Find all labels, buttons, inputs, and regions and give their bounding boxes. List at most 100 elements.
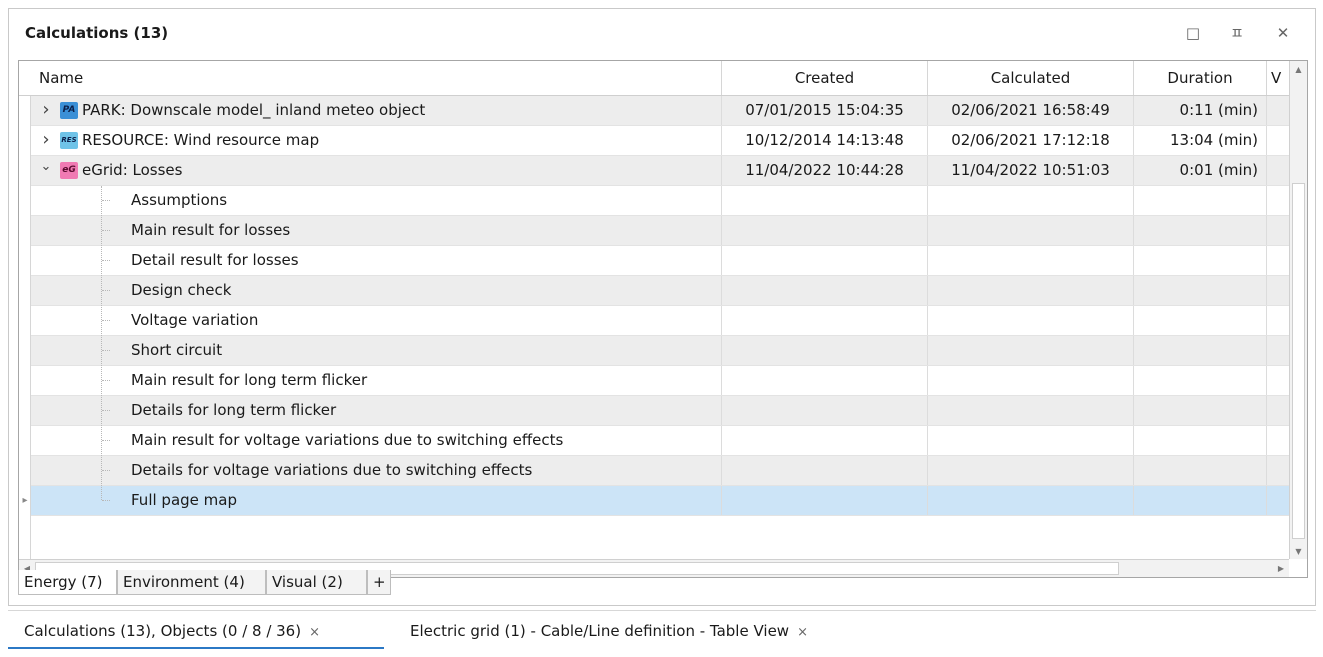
calculations-grid[interactable]: ✱ Name Created Calculated Duration V ›PA… <box>18 60 1308 578</box>
sheet-tab[interactable]: Environment (4) <box>117 570 266 595</box>
table-row[interactable]: › PA PARK: Downscale model_ inland meteo o… <box>31 96 1289 126</box>
table-row[interactable]: Main result for long term flicker <box>31 366 1289 396</box>
pin-icon[interactable]: ㅍ <box>1225 21 1249 45</box>
cell-calculated <box>927 366 1133 395</box>
report-item-name: Main result for losses <box>131 221 291 239</box>
cell-created <box>721 426 927 455</box>
cell-duration: 13:04 (min) <box>1133 126 1266 155</box>
chevron-down-icon[interactable]: ⌄ <box>39 156 53 185</box>
add-sheet-tab-button[interactable]: + <box>367 570 391 595</box>
sheet-tab[interactable]: Energy (7) <box>18 570 117 595</box>
scrollbar-corner <box>1289 559 1307 577</box>
cell-v <box>1266 276 1289 305</box>
cell-calculated <box>927 276 1133 305</box>
cell-duration <box>1133 276 1266 305</box>
close-icon[interactable]: ✕ <box>1271 21 1295 45</box>
table-row[interactable]: Details for long term flicker <box>31 396 1289 426</box>
report-item-name: Design check <box>131 281 232 299</box>
column-header-calculated[interactable]: Calculated <box>927 61 1133 95</box>
report-item-name: Details for long term flicker <box>131 401 337 419</box>
cell-created <box>721 336 927 365</box>
column-header-duration[interactable]: Duration <box>1133 61 1266 95</box>
document-tab[interactable]: Calculations (13), Objects (0 / 8 / 36) × <box>8 611 384 649</box>
cell-v <box>1266 486 1289 515</box>
maximize-icon[interactable]: □ <box>1181 21 1205 45</box>
vertical-scroll-thumb[interactable] <box>1292 183 1305 539</box>
cell-v <box>1266 366 1289 395</box>
document-tabs: Calculations (13), Objects (0 / 8 / 36) ×… <box>8 610 1316 651</box>
cell-duration <box>1133 426 1266 455</box>
cell-v <box>1266 246 1289 275</box>
grid-header: Name Created Calculated Duration V <box>19 61 1289 96</box>
document-tab[interactable]: Electric grid (1) - Cable/Line definitio… <box>394 611 864 649</box>
table-row[interactable]: Design check <box>31 276 1289 306</box>
cell-v <box>1266 126 1289 155</box>
cell-created: 11/04/2022 10:44:28 <box>721 156 927 185</box>
cell-duration: 0:01 (min) <box>1133 156 1266 185</box>
column-header-v[interactable]: V <box>1266 61 1289 95</box>
cell-duration: 0:11 (min) <box>1133 96 1266 125</box>
tree-connector <box>102 260 110 261</box>
cell-calculated <box>927 396 1133 425</box>
tree-connector <box>102 200 110 201</box>
cell-created <box>721 276 927 305</box>
tree-connector <box>102 380 110 381</box>
tree-connector <box>102 350 110 351</box>
document-tab-label: Calculations (13), Objects (0 / 8 / 36) <box>24 622 302 640</box>
cell-created <box>721 246 927 275</box>
scroll-right-icon[interactable]: ▶ <box>1273 560 1289 577</box>
table-row[interactable]: ⌄ eG eGrid: Losses 11/04/2022 10:44:28 11/04… <box>31 156 1289 186</box>
table-row[interactable]: Details for voltage variations due to sw… <box>31 456 1289 486</box>
tree-connector <box>102 320 110 321</box>
table-row[interactable]: Short circuit <box>31 336 1289 366</box>
table-row[interactable]: › RES RESOURCE: Wind resource map 10/12/201… <box>31 126 1289 156</box>
cell-duration <box>1133 216 1266 245</box>
tab-close-icon[interactable]: × <box>309 625 320 640</box>
tab-close-icon[interactable]: × <box>797 625 808 640</box>
table-row[interactable]: Voltage variation <box>31 306 1289 336</box>
cell-calculated <box>927 246 1133 275</box>
tree-connector <box>102 290 110 291</box>
chevron-right-icon[interactable]: › <box>39 96 53 125</box>
table-row[interactable]: Main result for losses <box>31 216 1289 246</box>
tree-connector <box>102 440 110 441</box>
calculation-type-icon: PA <box>60 102 78 119</box>
cell-created <box>721 306 927 335</box>
cell-calculated: 02/06/2021 17:12:18 <box>927 126 1133 155</box>
calculation-type-icon: RES <box>60 132 78 149</box>
report-item-name: Full page map <box>131 491 237 509</box>
tree-connector <box>102 410 110 411</box>
report-item-name: Main result for voltage variations due t… <box>131 431 564 449</box>
document-tab-label: Electric grid (1) - Cable/Line definitio… <box>410 622 790 640</box>
cell-calculated <box>927 336 1133 365</box>
chevron-right-icon[interactable]: › <box>39 126 53 155</box>
cell-v <box>1266 186 1289 215</box>
cell-calculated <box>927 306 1133 335</box>
cell-duration <box>1133 306 1266 335</box>
panel-title: Calculations (13) <box>25 24 169 42</box>
cell-created <box>721 486 927 515</box>
cell-calculated <box>927 216 1133 245</box>
calculation-name: PARK: Downscale model_ inland meteo obje… <box>82 101 426 119</box>
scroll-up-icon[interactable]: ▲ <box>1290 61 1307 79</box>
vertical-scrollbar[interactable]: ▲ ▼ <box>1289 61 1307 561</box>
column-header-created[interactable]: Created <box>721 61 927 95</box>
cell-calculated <box>927 456 1133 485</box>
cell-created: 10/12/2014 14:13:48 <box>721 126 927 155</box>
table-row[interactable]: Detail result for losses <box>31 246 1289 276</box>
report-item-name: Assumptions <box>131 191 228 209</box>
column-header-name[interactable]: Name <box>31 61 721 95</box>
table-row[interactable]: Full page map <box>31 486 1289 516</box>
cell-duration <box>1133 246 1266 275</box>
cell-created <box>721 456 927 485</box>
tree-connector <box>102 230 110 231</box>
sheet-tab[interactable]: Visual (2) <box>266 570 367 595</box>
cell-v <box>1266 96 1289 125</box>
cell-v <box>1266 306 1289 335</box>
table-row[interactable]: Main result for voltage variations due t… <box>31 426 1289 456</box>
cell-calculated <box>927 186 1133 215</box>
cell-calculated: 11/04/2022 10:51:03 <box>927 156 1133 185</box>
report-item-name: Short circuit <box>131 341 223 359</box>
table-row[interactable]: Assumptions <box>31 186 1289 216</box>
cell-created <box>721 366 927 395</box>
